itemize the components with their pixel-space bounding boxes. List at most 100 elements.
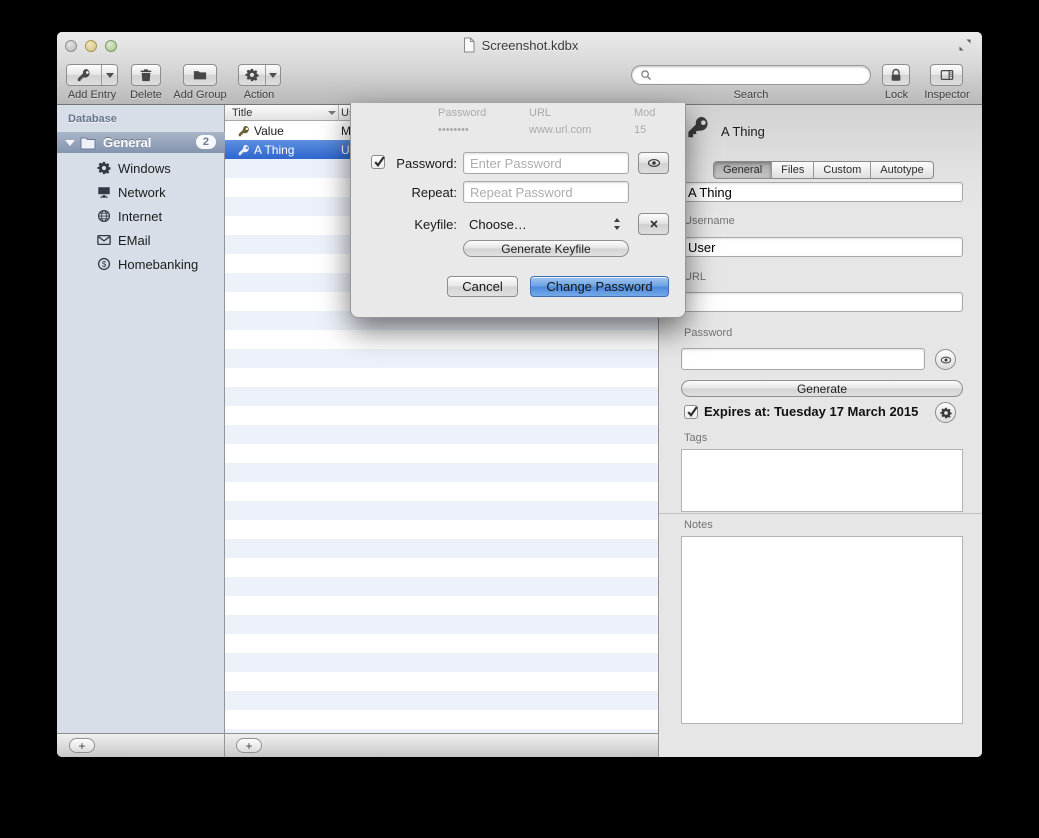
group-count-badge: 2	[196, 135, 216, 149]
expires-checkbox[interactable]	[684, 405, 698, 419]
dimmed-column-modified: Mod	[634, 107, 655, 119]
inspector-entry-title: A Thing	[721, 124, 765, 139]
gear-icon	[940, 407, 952, 419]
search-label: Search	[721, 89, 781, 101]
inspector-tabs: General Files Custom Autotype	[713, 161, 934, 179]
sidebar-header: Database	[68, 113, 117, 125]
chevron-down-icon	[269, 73, 277, 78]
password-field[interactable]	[681, 348, 925, 370]
keyfile-popup[interactable]: Choose…	[463, 213, 629, 235]
password-label: Password	[684, 327, 732, 339]
sidebar-group-label: General	[103, 135, 151, 150]
sidebar-item-network[interactable]: Network	[57, 180, 225, 204]
list-bottom-bar: +	[225, 733, 658, 757]
sidebar-item-internet[interactable]: Internet	[57, 204, 225, 228]
change-password-button[interactable]: Change Password	[530, 276, 669, 297]
title-field[interactable]	[681, 182, 963, 202]
show-password-button[interactable]	[638, 152, 669, 174]
globe-icon	[97, 209, 111, 223]
sidebar: Database General 2 Windows Network Inter…	[57, 105, 225, 733]
action-label: Action	[233, 89, 285, 101]
sheet-password-label: Password:	[387, 156, 457, 171]
inspector-button[interactable]	[930, 64, 963, 86]
tab-custom[interactable]: Custom	[813, 162, 870, 178]
sheet-keyfile-label: Keyfile:	[387, 217, 457, 232]
key-icon	[238, 144, 250, 156]
sidebar-item-label: Homebanking	[118, 257, 198, 272]
username-label: Username	[684, 215, 735, 227]
add-group-button[interactable]	[183, 64, 217, 86]
inspector-divider	[659, 513, 982, 514]
sort-indicator-icon	[328, 111, 336, 115]
dimmed-column-url: URL	[529, 107, 551, 119]
window-chrome: Screenshot.kdbx Add Entry Delete Add Gro…	[57, 32, 982, 105]
disclosure-triangle-icon[interactable]	[65, 140, 75, 146]
titlebar: Screenshot.kdbx	[57, 32, 982, 58]
close-icon	[648, 218, 660, 230]
trash-icon	[139, 68, 153, 82]
change-password-sheet: Password URL Mod •••••••• www.url.com 15…	[350, 103, 686, 318]
lock-icon	[889, 68, 903, 82]
banking-coin-icon: $	[97, 257, 111, 271]
folder-icon	[80, 136, 96, 150]
generate-keyfile-button[interactable]: Generate Keyfile	[463, 240, 629, 257]
fullscreen-icon[interactable]	[957, 37, 973, 53]
sidebar-item-email[interactable]: EMail	[57, 228, 225, 252]
tab-files[interactable]: Files	[771, 162, 813, 178]
folder-icon	[193, 68, 207, 82]
repeat-password-input[interactable]	[463, 181, 629, 203]
lock-button[interactable]	[882, 64, 910, 86]
action-button[interactable]	[238, 64, 281, 86]
delete-button[interactable]	[131, 64, 161, 86]
tags-textarea[interactable]	[681, 449, 963, 512]
gear-icon	[245, 68, 259, 82]
sidebar-group-general[interactable]: General 2	[57, 132, 225, 153]
tab-autotype[interactable]: Autotype	[870, 162, 932, 178]
column-header-title[interactable]: Title	[232, 107, 252, 119]
sidebar-item-windows[interactable]: Windows	[57, 156, 225, 180]
url-field[interactable]	[681, 292, 963, 312]
inspector-label: Inspector	[918, 89, 976, 101]
sidebar-item-homebanking[interactable]: $ Homebanking	[57, 252, 225, 276]
add-entry-button[interactable]	[66, 64, 118, 86]
expires-settings-button[interactable]	[935, 402, 956, 423]
key-icon	[77, 68, 91, 82]
enter-password-input[interactable]	[463, 152, 629, 174]
clear-keyfile-button[interactable]	[638, 213, 669, 235]
add-entry-plus-button[interactable]: +	[236, 738, 262, 753]
add-group-plus-button[interactable]: +	[69, 738, 95, 753]
eye-icon	[940, 354, 952, 366]
cancel-button[interactable]: Cancel	[447, 276, 518, 297]
tags-label: Tags	[684, 432, 707, 444]
search-field[interactable]	[631, 65, 871, 85]
add-entry-label: Add Entry	[66, 89, 118, 101]
expires-label: Expires at: Tuesday 17 March 2015	[704, 404, 918, 419]
sheet-repeat-label: Repeat:	[387, 185, 457, 200]
tab-general[interactable]: General	[714, 162, 771, 178]
column-divider[interactable]	[338, 105, 339, 121]
keyfile-popup-value: Choose…	[463, 217, 527, 232]
url-label: URL	[684, 271, 706, 283]
search-input[interactable]	[656, 68, 862, 82]
envelope-icon	[97, 233, 111, 247]
entry-title: A Thing	[254, 143, 294, 157]
main-window: Screenshot.kdbx Add Entry Delete Add Gro…	[57, 32, 982, 757]
key-icon	[238, 125, 250, 137]
show-password-button[interactable]	[935, 349, 956, 370]
stepper-arrows-icon	[613, 217, 621, 231]
windows-gear-icon	[97, 161, 111, 175]
sidebar-bottom-bar: +	[57, 733, 225, 757]
password-checkbox[interactable]	[371, 155, 385, 169]
lock-label: Lock	[869, 89, 924, 101]
notes-label: Notes	[684, 519, 713, 531]
checkmark-icon	[372, 154, 387, 169]
document-icon	[461, 37, 477, 53]
sidebar-item-label: Windows	[118, 161, 171, 176]
username-field[interactable]	[681, 237, 963, 257]
generate-password-button[interactable]: Generate	[681, 380, 963, 397]
entry-title: Value	[254, 124, 284, 138]
eye-icon	[647, 156, 661, 170]
svg-text:$: $	[102, 260, 107, 269]
chevron-down-icon	[106, 73, 114, 78]
notes-textarea[interactable]	[681, 536, 963, 724]
